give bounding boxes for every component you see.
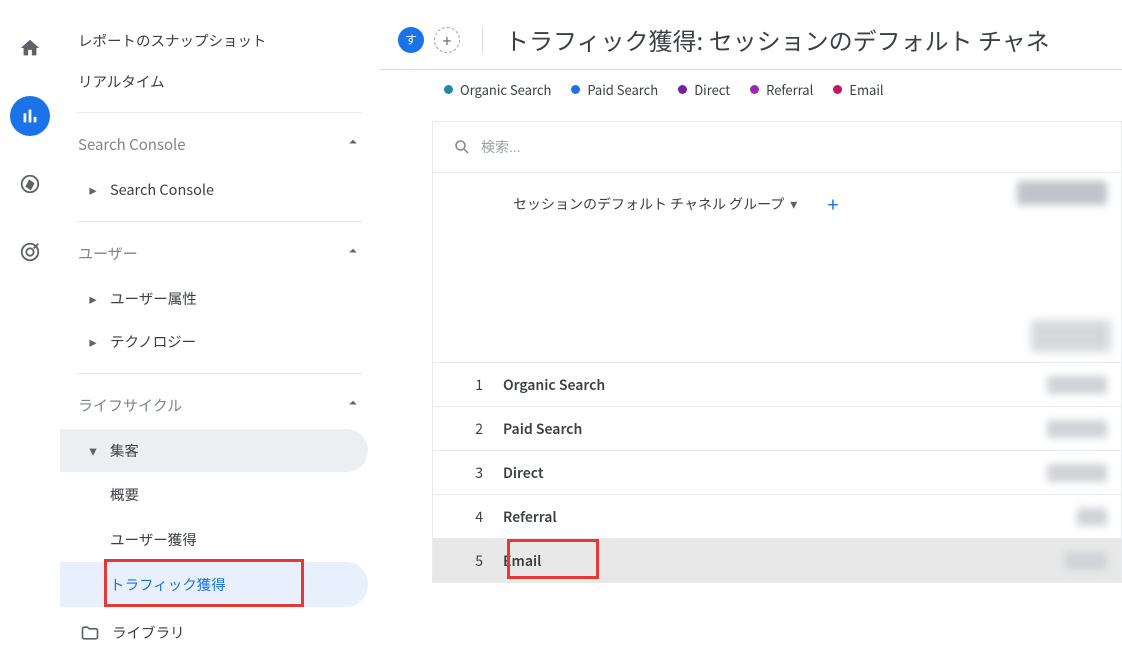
row-number: 2	[433, 419, 503, 439]
value-blur	[1077, 508, 1107, 526]
sub-user-attrs[interactable]: ▸ ユーザー属性	[60, 277, 380, 320]
sidebar-snapshot[interactable]: レポートのスナップショット	[60, 20, 362, 61]
header-row: す + トラフィック獲得: セッションのデフォルト チャネ	[380, 0, 1122, 69]
dimension-header: セッションのデフォルト チャネル グループ ▾ +	[433, 173, 1121, 363]
library-label: ライブラリ	[112, 622, 185, 643]
dot-icon	[750, 85, 759, 94]
table-row[interactable]: 3 Direct	[433, 451, 1121, 495]
row-number: 4	[433, 507, 503, 527]
divider	[482, 27, 483, 53]
legend-label: Direct	[694, 80, 730, 99]
section-label: ライフサイクル	[78, 395, 182, 416]
dimension-label: セッションのデフォルト チャネル グループ	[513, 194, 784, 214]
dot-icon	[833, 85, 842, 94]
add-dimension-button[interactable]: +	[827, 189, 838, 218]
row-label: Organic Search	[503, 375, 605, 395]
legend-item[interactable]: Direct	[678, 80, 730, 99]
section-lifecycle[interactable]: ライフサイクル	[60, 382, 380, 429]
chevron-up-icon	[344, 242, 362, 265]
caret-down-icon: ▾	[790, 194, 797, 214]
add-segment-button[interactable]: +	[434, 27, 460, 53]
legend-label: Organic Search	[460, 80, 551, 99]
row-label: Direct	[503, 463, 544, 483]
dot-icon	[571, 85, 580, 94]
value-blur	[1065, 552, 1107, 570]
metric-header-blur	[1031, 320, 1111, 352]
caret-down-icon: ▾	[82, 440, 104, 461]
main-panel: す + トラフィック獲得: セッションのデフォルト チャネ Organic Se…	[380, 0, 1122, 620]
sidebar-library[interactable]: ライブラリ	[60, 607, 380, 657]
divider	[76, 373, 362, 374]
rail-explore[interactable]	[10, 164, 50, 204]
rail-home[interactable]	[10, 28, 50, 68]
legend-label: Referral	[766, 80, 813, 99]
legend-item[interactable]: Email	[833, 80, 883, 99]
section-label: ユーザー	[78, 243, 138, 264]
row-number: 5	[433, 551, 503, 571]
target-icon	[19, 241, 41, 263]
legend-label: Email	[849, 80, 883, 99]
icon-rail	[0, 0, 60, 620]
dot-icon	[444, 85, 453, 94]
leaf-label: トラフィック獲得	[110, 574, 226, 595]
sub-search-console[interactable]: ▸ Search Console	[60, 168, 380, 211]
row-label: Email	[503, 551, 541, 571]
value-blur	[1047, 376, 1107, 394]
caret-right-icon: ▸	[82, 179, 104, 200]
chevron-up-icon	[344, 133, 362, 156]
chart-legend: Organic Search Paid Search Direct Referr…	[380, 70, 1122, 103]
folder-icon	[80, 623, 100, 643]
table-row[interactable]: 2 Paid Search	[433, 407, 1121, 451]
section-search-console[interactable]: Search Console	[60, 121, 380, 168]
divider	[76, 112, 362, 113]
leaf-user-acquisition[interactable]: ユーザー獲得	[60, 517, 380, 562]
row-label: Paid Search	[503, 419, 582, 439]
row-number: 3	[433, 463, 503, 483]
sidebar-realtime[interactable]: リアルタイム	[60, 61, 362, 102]
sub-acquisition[interactable]: ▾ 集客	[60, 429, 368, 472]
legend-label: Paid Search	[587, 80, 658, 99]
row-label: Referral	[503, 507, 557, 527]
sub-technology[interactable]: ▸ テクノロジー	[60, 320, 380, 363]
metric-header-blur	[1017, 181, 1107, 205]
value-blur	[1047, 464, 1107, 482]
bar-chart-icon	[19, 105, 41, 127]
explore-icon	[19, 173, 41, 195]
segment-badge[interactable]: す	[398, 27, 424, 53]
caret-right-icon: ▸	[82, 288, 104, 309]
section-label: Search Console	[78, 134, 186, 155]
home-icon	[19, 37, 41, 59]
legend-item[interactable]: Referral	[750, 80, 813, 99]
table-search-row	[433, 122, 1121, 173]
page-title: トラフィック獲得: セッションのデフォルト チャネ	[505, 22, 1050, 57]
chevron-up-icon	[344, 394, 362, 417]
sub-label: 集客	[110, 440, 139, 461]
rail-ads[interactable]	[10, 232, 50, 272]
table-row[interactable]: 5 Email	[433, 539, 1121, 583]
rail-reports[interactable]	[10, 96, 50, 136]
search-input[interactable]	[481, 139, 1101, 155]
legend-item[interactable]: Paid Search	[571, 80, 658, 99]
sidebar: レポートのスナップショット リアルタイム Search Console ▸ Se…	[60, 0, 380, 620]
table-row[interactable]: 1 Organic Search	[433, 363, 1121, 407]
divider	[76, 221, 362, 222]
value-blur	[1047, 420, 1107, 438]
caret-right-icon: ▸	[82, 331, 104, 352]
leaf-traffic-acquisition[interactable]: トラフィック獲得	[60, 562, 368, 607]
legend-item[interactable]: Organic Search	[444, 80, 551, 99]
data-table: セッションのデフォルト チャネル グループ ▾ + 1 Organic Sear…	[432, 121, 1122, 583]
row-number: 1	[433, 375, 503, 395]
sub-label: テクノロジー	[110, 331, 196, 352]
section-users[interactable]: ユーザー	[60, 230, 380, 277]
leaf-overview[interactable]: 概要	[60, 472, 380, 517]
sub-label: Search Console	[110, 179, 214, 200]
table-row[interactable]: 4 Referral	[433, 495, 1121, 539]
sub-label: ユーザー属性	[110, 288, 197, 309]
dimension-selector[interactable]: セッションのデフォルト チャネル グループ ▾ +	[513, 189, 838, 218]
dot-icon	[678, 85, 687, 94]
search-icon	[453, 138, 471, 156]
